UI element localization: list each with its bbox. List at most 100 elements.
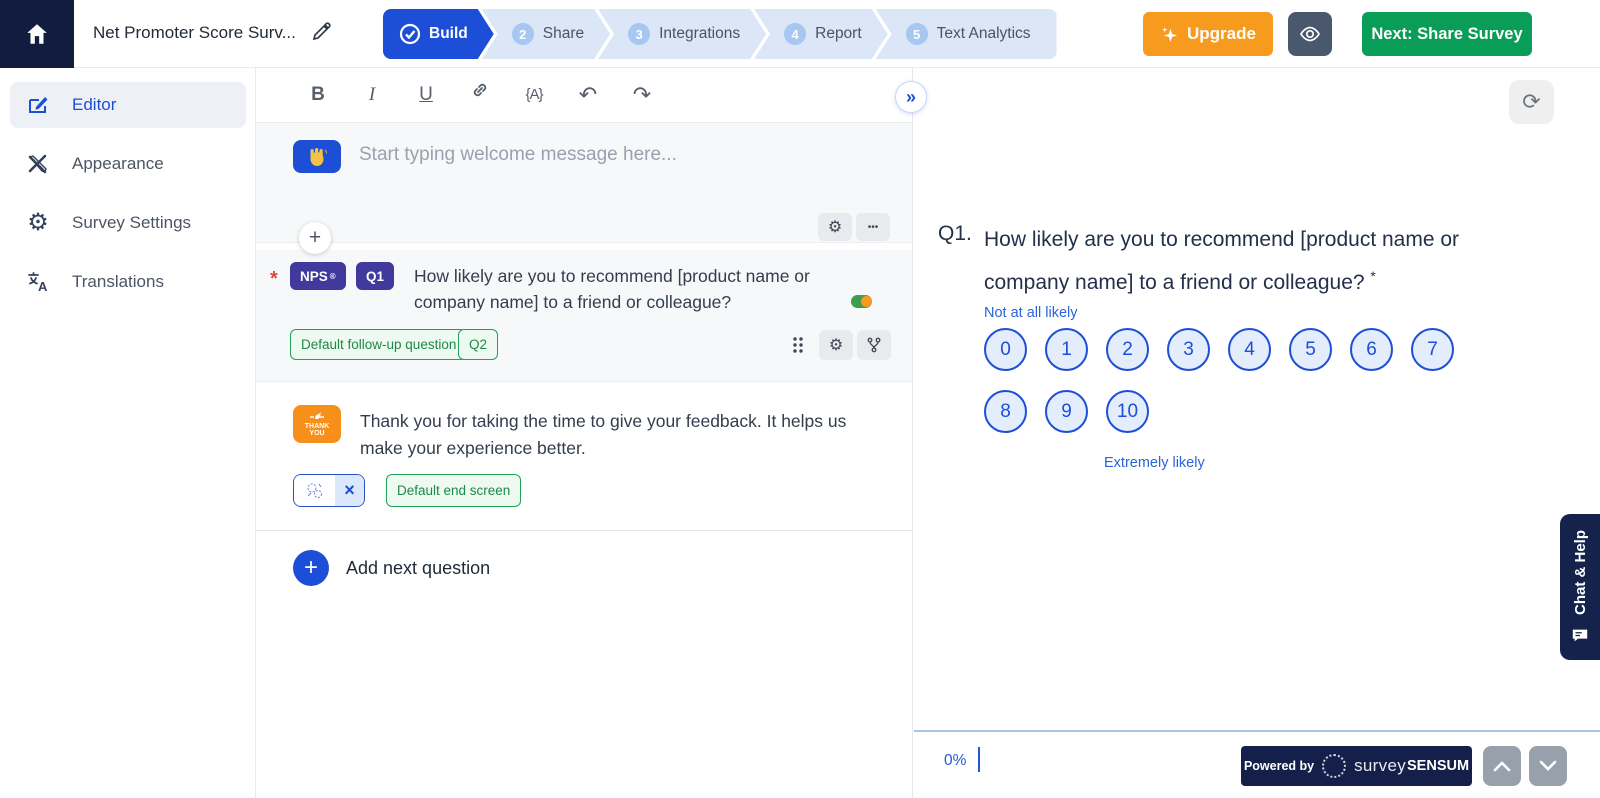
toggle-knob — [861, 296, 872, 307]
link-button[interactable] — [468, 80, 492, 110]
nps-scale-option[interactable]: 6 — [1350, 328, 1393, 371]
nps-scale-option[interactable]: 7 — [1411, 328, 1454, 371]
nps-settings-button[interactable]: ⚙ — [819, 330, 853, 360]
next-share-survey-button[interactable]: Next: Share Survey — [1362, 12, 1532, 56]
editor-pen-icon — [26, 93, 50, 117]
step-label: Report — [815, 25, 862, 42]
insert-question-button[interactable]: + — [299, 222, 331, 254]
formatting-toolbar: B I U {A} ↶ ↷ — [256, 68, 912, 123]
upgrade-button[interactable]: Upgrade — [1143, 12, 1273, 56]
default-end-screen-tag[interactable]: Default end screen — [386, 474, 522, 507]
sidebar-item-survey-settings[interactable]: ⚙ Survey Settings — [10, 200, 246, 246]
home-icon — [27, 24, 47, 44]
home-button[interactable] — [0, 0, 74, 68]
welcome-message-block: Start typing welcome message here... ⚙ •… — [256, 123, 912, 243]
default-followup-tag[interactable]: Default follow-up question — [290, 329, 468, 360]
bold-button[interactable]: B — [306, 80, 330, 110]
step-number: 3 — [628, 23, 650, 45]
nps-scale-option[interactable]: 0 — [984, 328, 1027, 371]
gear-icon: ⚙ — [828, 337, 844, 354]
sidebar-item-label: Appearance — [72, 154, 164, 173]
redo-button[interactable]: ↷ — [630, 80, 654, 110]
chat-bubble-icon — [1572, 629, 1588, 641]
eye-icon — [1300, 26, 1320, 42]
step-integrations[interactable]: 3 Integrations — [598, 9, 766, 59]
end-screen-media-chip[interactable]: × — [293, 474, 365, 507]
required-marker: * — [270, 268, 278, 290]
add-question-label[interactable]: Add next question — [346, 558, 490, 579]
nps-scale-option[interactable]: 10 — [1106, 390, 1149, 433]
chat-help-tab[interactable]: Chat & Help — [1560, 514, 1600, 660]
gear-icon: ⚙ — [827, 219, 843, 236]
nps-question-text[interactable]: How likely are you to recommend [product… — [414, 263, 869, 315]
sidebar-item-translations[interactable]: A Translations — [10, 259, 246, 305]
appearance-icon — [26, 152, 50, 176]
nps-scale-option[interactable]: 3 — [1167, 328, 1210, 371]
undo-button[interactable]: ↶ — [576, 80, 600, 110]
nps-scale-option[interactable]: 5 — [1289, 328, 1332, 371]
underline-button[interactable]: U — [414, 80, 438, 110]
preview-question-text: How likely are you to recommend [product… — [984, 222, 1524, 301]
step-share[interactable]: 2 Share — [482, 9, 610, 59]
nps-scale-option[interactable]: 9 — [1045, 390, 1088, 433]
step-label: Share — [542, 25, 585, 42]
required-marker: * — [1370, 268, 1376, 284]
survey-title: Net Promoter Score Surv... — [93, 23, 296, 42]
sidebar: Editor Appearance ⚙ Survey Settings A Tr… — [0, 68, 256, 798]
nps-scale-option[interactable]: 4 — [1228, 328, 1271, 371]
nps-scale-option[interactable]: 8 — [984, 390, 1027, 433]
svg-text:A: A — [38, 279, 48, 294]
sidebar-item-appearance[interactable]: Appearance — [10, 141, 246, 187]
followup-question-tag[interactable]: Q2 — [458, 329, 499, 360]
chevron-up-icon — [1493, 761, 1511, 772]
close-icon: × — [344, 480, 355, 500]
redo-icon: ↷ — [632, 82, 652, 107]
collapse-panel-button[interactable]: » — [895, 81, 927, 113]
step-report[interactable]: 4 Report — [754, 9, 888, 59]
surveysensum-logo-icon — [1322, 754, 1347, 778]
nps-question-block: * NPS ® Q1 How likely are you to recommen… — [256, 250, 912, 382]
welcome-settings-button[interactable]: ⚙ — [818, 213, 852, 241]
plus-icon: + — [303, 554, 318, 581]
drag-handle[interactable] — [781, 330, 815, 360]
scroll-up-button[interactable] — [1483, 746, 1521, 786]
scale-low-label: Not at all likely — [984, 305, 1078, 321]
step-build[interactable]: Build — [383, 9, 494, 59]
italic-button[interactable]: I — [360, 80, 384, 110]
drag-dots-icon — [793, 337, 803, 353]
badge-text: NPS — [300, 268, 328, 284]
sparkles-icon — [1161, 26, 1178, 42]
step-number: 4 — [784, 23, 806, 45]
step-label: Text Analytics — [936, 25, 1031, 42]
question-toggle[interactable] — [851, 295, 872, 308]
refresh-preview-button[interactable]: ⟳ — [1509, 80, 1554, 124]
link-icon — [473, 83, 487, 97]
nps-scale-option[interactable]: 1 — [1045, 328, 1088, 371]
welcome-message-input[interactable]: Start typing welcome message here... — [359, 144, 677, 166]
step-label: Integrations — [659, 25, 741, 42]
nps-scale-option[interactable]: 2 — [1106, 328, 1149, 371]
registered-mark: ® — [329, 271, 336, 281]
scroll-down-button[interactable] — [1529, 746, 1567, 786]
edit-title-icon[interactable] — [311, 22, 331, 42]
preview-eye-button[interactable] — [1288, 12, 1332, 56]
sidebar-item-editor[interactable]: Editor — [10, 82, 246, 128]
remove-media-button[interactable]: × — [335, 475, 364, 506]
branch-logic-button[interactable] — [857, 330, 891, 360]
add-question-button[interactable]: + — [293, 550, 329, 586]
powered-by-badge: Powered by survey SENSUM — [1241, 746, 1472, 786]
branch-icon — [867, 337, 881, 353]
more-icon: ••• — [867, 221, 879, 233]
welcome-more-button[interactable]: ••• — [856, 213, 890, 241]
step-text-analytics[interactable]: 5 Text Analytics — [875, 9, 1057, 59]
thank-you-message[interactable]: Thank you for taking the time to give yo… — [360, 408, 890, 462]
progress-percent: 0% — [944, 752, 967, 769]
sidebar-item-label: Translations — [72, 272, 164, 291]
text-cursor — [978, 747, 980, 772]
undo-icon: ↶ — [578, 82, 598, 107]
end-screen-thumbnail — [294, 475, 335, 506]
gear-icon: ⚙ — [27, 209, 49, 236]
check-circle-icon — [399, 23, 421, 45]
variable-button[interactable]: {A} — [522, 80, 546, 110]
question-type-badge: NPS ® — [290, 262, 346, 290]
